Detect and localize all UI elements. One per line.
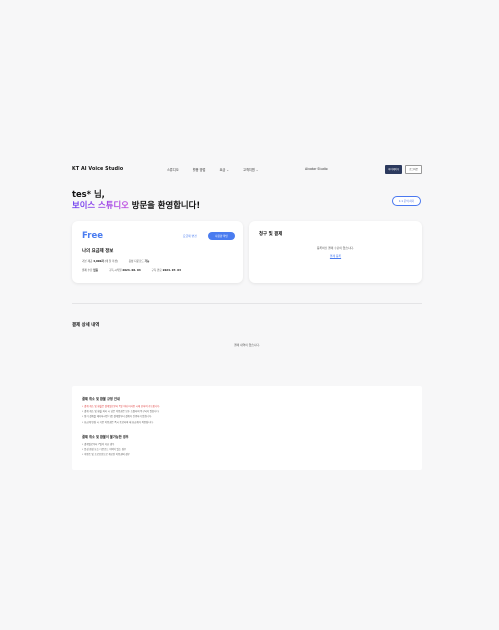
- plan-name: Free: [82, 231, 103, 241]
- billing-title: 청구 및 결제: [259, 232, 283, 237]
- plan-card: Free 요금제 변경 사용량 확인 나의 요금제 정보 기본 제공 4,000…: [72, 221, 243, 283]
- plan-row-2: 결제 수단 없음 구독 시작일 2024. 06. 04 구독 만료 2024.…: [82, 268, 181, 272]
- section-divider: [72, 303, 422, 304]
- menu-item-studio[interactable]: 스튜디오: [167, 167, 179, 172]
- refund-notice-box: 결제 취소 및 환불 규정 안내 결제 취소 및 환불은 결제일로부터 7일 이…: [72, 386, 422, 470]
- welcome-line-1: tes* 님,: [72, 189, 105, 199]
- subscription-start-value: 2024. 06. 04: [122, 269, 141, 272]
- refund-exception-list: 결제일로부터 7일이 지난 경우 음성 합성 또는 다운로드 이력이 있는 경우…: [82, 442, 130, 458]
- refund-policy-item: 정기 결제를 해지하시면 다음 결제일부터 결제가 진행되지 않습니다.: [82, 414, 160, 419]
- usage-check-button[interactable]: 사용량 확인: [208, 232, 235, 240]
- payment-details-title: 결제 상세 내역: [72, 323, 100, 328]
- billing-empty-message: 등록하신 결제 수단이 없습니다.: [316, 246, 354, 250]
- subscription-start-label: 구독 시작일: [108, 269, 122, 272]
- subscription-end-value: 2024. 07. 03: [162, 269, 181, 272]
- logout-button[interactable]: 로그아웃: [405, 164, 422, 174]
- mypage-button[interactable]: 마이페이지: [385, 164, 403, 174]
- voice-download-value: 가능: [144, 260, 150, 263]
- welcome-highlight: 보이스 스튜디오: [72, 200, 129, 210]
- payment-details-empty: 결제 내역이 없습니다.: [234, 343, 260, 347]
- voice-download-label: 음성 다운로드: [128, 260, 144, 263]
- menu-item-support[interactable]: 고객지원 ⌄: [243, 167, 258, 172]
- welcome-rest: 방문을 환영합니다!: [128, 200, 201, 210]
- welcome-line-2: 보이스 스튜디오 방문을 환영합니다!: [72, 200, 200, 211]
- welcome-heading: tes* 님, 보이스 스튜디오 방문을 환영합니다!: [72, 189, 200, 211]
- refund-policy-item: 요금제 변경 시 기존 이용권은 즉시 종료되며 새 요금제가 적용됩니다.: [82, 420, 160, 425]
- plan-info-title: 나의 요금제 정보: [82, 249, 114, 254]
- main-menu: 스튜디오 활용 방법 요금 ⌄ 고객지원 ⌄: [167, 167, 272, 172]
- payment-method-label: 결제 수단: [82, 269, 93, 272]
- menu-item-guide[interactable]: 활용 방법: [193, 167, 206, 172]
- basic-quota-note: (매 달 리셋): [104, 260, 118, 263]
- plan-change-link[interactable]: 요금제 변경: [183, 234, 197, 238]
- subscription-end-label: 구독 만료: [151, 269, 162, 272]
- refund-policy-list: 결제 취소 및 환불은 결제일로부터 7일 이내 미사용 시에 한하여 가능합니…: [82, 404, 160, 425]
- top-navigation: KT AI Voice Studio 스튜디오 활용 방법 요금 ⌄ 고객지원 …: [72, 163, 422, 175]
- basic-quota-value: 4,000자: [93, 260, 104, 263]
- account-buttons: 마이페이지 로그아웃: [385, 164, 422, 174]
- site-logo[interactable]: KT AI Voice Studio: [72, 167, 123, 172]
- refund-exception-item: 이벤트 및 프로모션으로 제공된 이용권의 경우: [82, 452, 130, 457]
- refund-policy-title: 결제 취소 및 환불 규정 안내: [82, 397, 120, 401]
- menu-item-pricing[interactable]: 요금 ⌄: [219, 167, 229, 172]
- refund-exception-title: 결제 취소 및 환불이 불가능한 경우: [82, 435, 129, 439]
- payment-method-value: 없음: [93, 269, 98, 272]
- basic-quota-label: 기본 제공: [82, 260, 93, 263]
- billing-card: 청구 및 결제 등록하신 결제 수단이 없습니다. 결제 등록: [249, 221, 422, 283]
- plan-row-1: 기본 제공 4,000자 (매 달 리셋) 음성 다운로드 가능: [82, 259, 149, 263]
- register-payment-link[interactable]: 결제 등록: [249, 254, 422, 258]
- inquiry-button[interactable]: 1:1 문의 하기: [392, 196, 421, 206]
- aivatar-studio-link[interactable]: Aivatar Studio: [305, 167, 328, 171]
